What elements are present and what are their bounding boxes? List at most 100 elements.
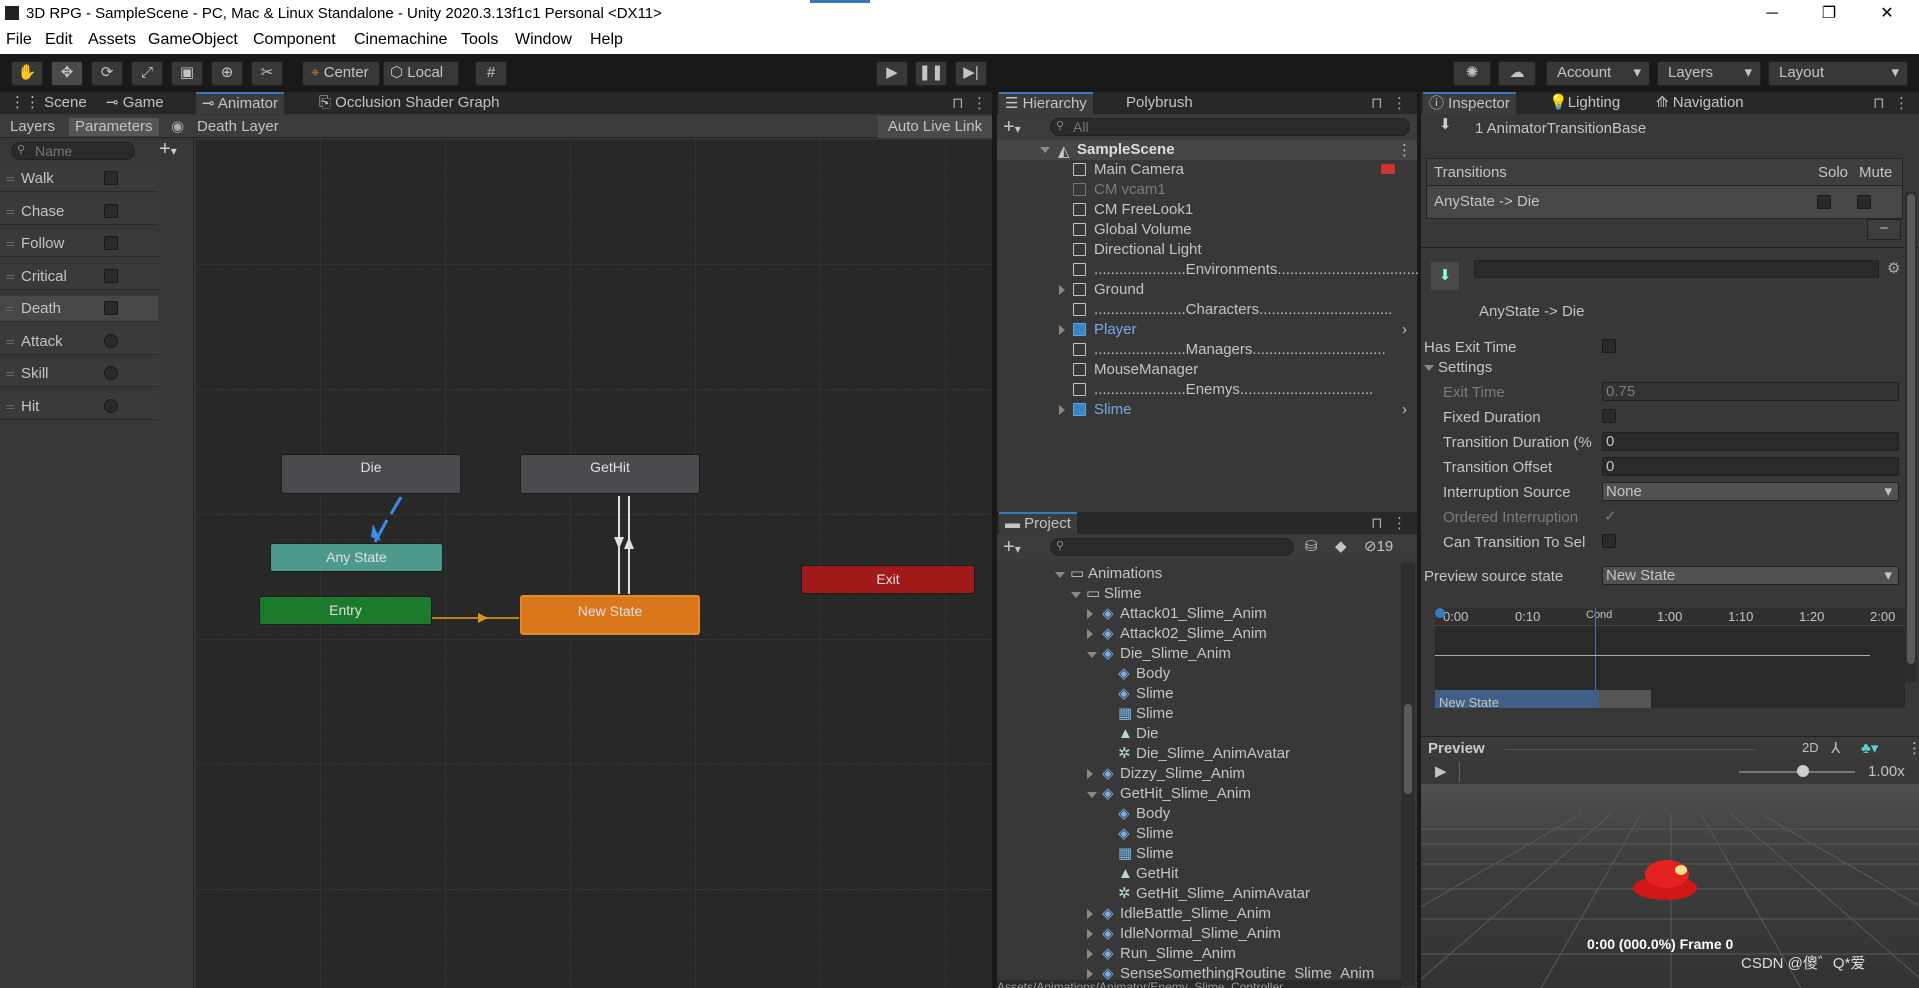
lock-icon[interactable]: ⊓ — [1371, 94, 1383, 112]
drag-handle-icon[interactable] — [6, 177, 14, 178]
hierarchy-item[interactable]: ......................Characters........… — [997, 302, 1417, 318]
lock-icon[interactable]: ⊓ — [952, 94, 964, 112]
expand-arrow-icon[interactable] — [1087, 909, 1093, 919]
solo-checkbox[interactable] — [1817, 195, 1831, 209]
transition-name-field[interactable] — [1474, 260, 1879, 278]
expand-arrow-icon[interactable] — [1055, 572, 1065, 578]
settings-foldout-icon[interactable] — [1424, 365, 1434, 371]
animator-graph[interactable]: Die GetHit Any State Entry New State Exi… — [195, 139, 992, 988]
settings-label[interactable]: Settings — [1438, 359, 1492, 376]
tab-hierarchy[interactable]: ☰ Hierarchy — [999, 92, 1093, 114]
project-item[interactable]: ◈ Body — [997, 666, 1401, 682]
project-item[interactable]: ▦ Slime — [997, 846, 1401, 862]
interruption-source-dropdown[interactable]: None ▾ — [1602, 482, 1899, 501]
inspector-scrollbar[interactable] — [1905, 192, 1917, 682]
project-item[interactable]: ✲ GetHit_Slime_AnimAvatar — [997, 886, 1401, 902]
expand-arrow-icon[interactable] — [1087, 792, 1097, 798]
drag-handle-icon[interactable] — [6, 339, 14, 341]
project-item[interactable]: ▭ Slime — [997, 586, 1401, 602]
parameter-checkbox[interactable] — [104, 171, 118, 185]
parameter-trigger[interactable] — [104, 333, 118, 348]
parameter-row[interactable]: Follow — [0, 231, 158, 257]
project-item[interactable]: ▭ Animations — [997, 566, 1401, 582]
tab-game[interactable]: ⊸ Game — [100, 92, 170, 114]
menu-gameobject[interactable]: GameObject — [148, 31, 238, 49]
project-item[interactable]: ▲ Die — [997, 726, 1401, 742]
preview-play-button[interactable]: ▶ — [1435, 762, 1447, 780]
hierarchy-item[interactable]: ......................Enemys............… — [997, 382, 1417, 398]
scene-header[interactable]: ◭ SampleScene ⋮ — [997, 140, 1417, 160]
state-die[interactable]: Die — [281, 454, 461, 494]
state-new-state[interactable]: New State — [520, 595, 700, 635]
open-prefab-icon[interactable]: › — [1402, 322, 1407, 338]
can-transition-self-checkbox[interactable] — [1602, 534, 1616, 548]
breadcrumb-layer[interactable]: Death Layer — [197, 118, 279, 136]
expand-arrow-icon[interactable] — [1087, 629, 1093, 639]
more-options-icon[interactable]: ⋮ — [1392, 94, 1407, 112]
project-scrollbar[interactable] — [1401, 562, 1415, 986]
menu-component[interactable]: Component — [253, 31, 336, 49]
parameter-row[interactable]: Skill — [0, 361, 158, 387]
project-search-input[interactable]: ⚲ — [1050, 538, 1294, 556]
tab-scene[interactable]: ⋮⋮ Scene — [4, 92, 93, 114]
parameters-subtab[interactable]: Parameters — [69, 118, 159, 136]
pause-button[interactable]: ❚❚ — [915, 61, 947, 86]
hierarchy-search-input[interactable]: ⚲ All — [1050, 118, 1410, 136]
pivot-center-button[interactable]: ⌖ Center — [302, 61, 380, 86]
hierarchy-item[interactable]: Slime › — [997, 402, 1417, 418]
parameter-trigger[interactable] — [104, 398, 118, 413]
state-gethit[interactable]: GetHit — [520, 454, 700, 494]
scene-menu-icon[interactable]: ⋮ — [1397, 141, 1412, 159]
play-button[interactable]: ▶ — [876, 61, 908, 86]
project-item[interactable]: ◈ Slime — [997, 826, 1401, 842]
more-options-icon[interactable]: ⋮ — [1907, 739, 1919, 757]
parameter-row[interactable]: Walk — [0, 166, 158, 192]
project-item[interactable]: ✲ Die_Slime_AnimAvatar — [997, 746, 1401, 762]
preview-2d-toggle[interactable]: 2D — [1802, 740, 1819, 755]
menu-help[interactable]: Help — [590, 31, 623, 49]
state-entry[interactable]: Entry — [259, 596, 432, 625]
rect-tool-icon[interactable]: ▣ — [171, 61, 203, 86]
tab-animator[interactable]: ⊸ Animator — [196, 92, 284, 114]
custom-tool-icon[interactable]: ✂ — [251, 61, 283, 86]
parameter-row[interactable]: Hit — [0, 393, 158, 420]
expand-arrow-icon[interactable] — [1059, 325, 1065, 335]
hierarchy-item[interactable]: Directional Light — [997, 242, 1417, 258]
lock-icon[interactable]: ⊓ — [1873, 94, 1885, 112]
transition-duration-field[interactable]: 0 — [1602, 432, 1899, 451]
maximize-button[interactable]: ❐ — [1804, 0, 1854, 28]
more-options-icon[interactable]: ⋮ — [972, 94, 987, 112]
drag-handle-icon[interactable] — [6, 209, 14, 211]
project-item[interactable]: ▲ GetHit — [997, 866, 1401, 882]
hierarchy-item[interactable]: Player › — [997, 322, 1417, 338]
drag-handle-icon[interactable] — [6, 307, 14, 308]
project-item[interactable]: ◈ IdleNormal_Slime_Anim — [997, 926, 1401, 942]
timeline-start-marker-icon[interactable] — [1435, 608, 1445, 618]
parameter-checkbox[interactable] — [104, 268, 118, 283]
menu-assets[interactable]: Assets — [88, 31, 136, 49]
menu-window[interactable]: Window — [515, 31, 572, 49]
transition-item[interactable]: AnyState -> Die — [1426, 186, 1903, 219]
timeline-transition-bar[interactable] — [1599, 690, 1651, 708]
fixed-duration-checkbox[interactable] — [1602, 409, 1616, 423]
timeline-state-bar[interactable]: New State — [1435, 690, 1599, 708]
tab-project[interactable]: ▬ Project — [999, 512, 1077, 534]
expand-arrow-icon[interactable] — [1087, 652, 1097, 658]
state-exit[interactable]: Exit — [801, 565, 975, 594]
move-tool-icon[interactable]: ✥ — [51, 61, 83, 86]
preview-drag-bar[interactable] — [1505, 749, 1755, 750]
auto-live-link-button[interactable]: Auto Live Link — [878, 116, 992, 138]
eye-icon[interactable]: ◉ — [171, 117, 184, 135]
more-options-icon[interactable]: ⋮ — [1894, 94, 1909, 112]
transition-timeline[interactable]: 0:00 0:10 Cond 1:00 1:10 1:20 2:00 New S… — [1435, 608, 1905, 708]
menu-edit[interactable]: Edit — [45, 31, 73, 49]
drag-handle-icon[interactable] — [6, 404, 14, 406]
minimize-button[interactable]: ─ — [1747, 0, 1797, 28]
preview-source-dropdown[interactable]: New State ▾ — [1602, 566, 1899, 585]
project-item[interactable]: ◈ Body — [997, 806, 1401, 822]
tab-navigation[interactable]: ⟰ Navigation — [1650, 92, 1750, 114]
open-prefab-icon[interactable]: › — [1402, 402, 1407, 418]
expand-arrow-icon[interactable] — [1087, 769, 1093, 779]
hand-tool-icon[interactable]: ✋ — [11, 61, 43, 86]
scrollbar-thumb[interactable] — [1907, 194, 1915, 664]
